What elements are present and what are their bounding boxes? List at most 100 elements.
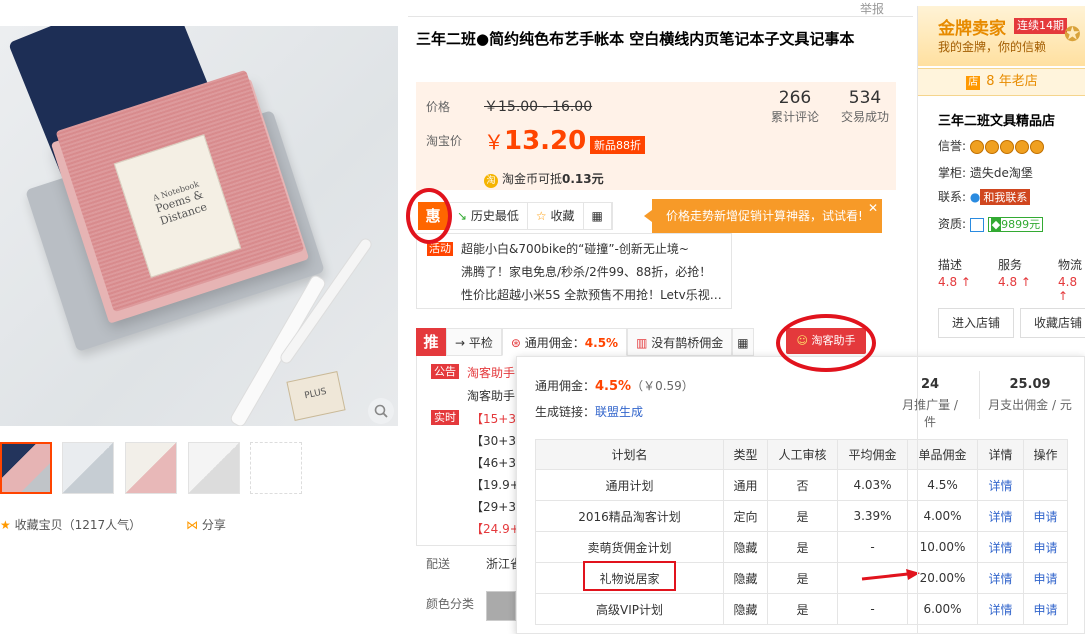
keeper-name[interactable]: 遗失de淘堡 bbox=[970, 166, 1033, 180]
realtime-line[interactable]: 【19.9+ bbox=[471, 476, 520, 493]
avg-commission: - bbox=[837, 531, 908, 563]
qrcode-small-icon: ▦ bbox=[737, 336, 749, 350]
close-icon[interactable]: ✕ bbox=[868, 191, 878, 225]
original-price: ￥15.00 - 16.00 bbox=[484, 99, 593, 115]
gold-seller-banner: 金牌卖家 连续14期 我的金牌，你的信赖 ✪ bbox=[918, 6, 1085, 66]
generate-link-label: 生成链接： bbox=[535, 405, 596, 419]
delivery-label: 配送 bbox=[426, 557, 451, 571]
keeper-row: 掌柜: 遗失de淘堡 bbox=[938, 164, 1033, 181]
favorite-shop-button[interactable]: 收藏店铺 bbox=[1020, 308, 1085, 338]
favorite-button[interactable]: ☆ 收藏 bbox=[528, 203, 584, 229]
color-label: 颜色分类 bbox=[426, 597, 475, 611]
notice-line[interactable]: 淘客助手 bbox=[467, 387, 515, 404]
activity-line[interactable]: 性价比超越小米5S 全款预售不用抢！Letv乐视… bbox=[461, 286, 722, 303]
tab-queqiao[interactable]: ▥ 没有鹊桥佣金 bbox=[627, 328, 733, 356]
promo-text: 价格走势新增促销计算神器，试试看! bbox=[666, 209, 863, 223]
store-icon: 店 bbox=[966, 76, 981, 90]
commission-label: 通用佣金： bbox=[535, 379, 596, 393]
manual-review: 是 bbox=[767, 531, 838, 563]
thumbnail-1[interactable] bbox=[0, 442, 52, 494]
plan-name: 通用计划 bbox=[535, 469, 724, 501]
bow-icon: ⋈ bbox=[186, 518, 198, 532]
star-icon: ★ bbox=[0, 518, 11, 532]
qualification-label: 资质: bbox=[938, 217, 967, 231]
manual-review: 是 bbox=[767, 593, 838, 625]
shop-name[interactable]: 三年二班文具精品店 bbox=[938, 110, 1055, 129]
thumbnail-2[interactable] bbox=[62, 442, 114, 494]
tui-badge: 推 bbox=[416, 328, 446, 356]
favorite-item-button[interactable]: ★ 收藏宝贝（1217人气） bbox=[0, 516, 141, 533]
color-option-thumbnail[interactable] bbox=[486, 591, 516, 621]
wangwang-icon: ● bbox=[969, 190, 981, 204]
zoom-button[interactable] bbox=[368, 398, 394, 424]
product-title: 三年二班●简约纯色布艺手帐本 空白横线内页笔记本子文具记事本 bbox=[416, 30, 855, 48]
thumbnail-4[interactable] bbox=[188, 442, 240, 494]
qualification-row: 资质: ◆9899元 bbox=[938, 215, 1044, 232]
promo-info-column: 公告 淘客助手 淘客助手 实时 【15+30 【30+30 【46+30 【19… bbox=[416, 356, 524, 546]
realtime-line[interactable]: 【24.9+ bbox=[471, 520, 520, 537]
manual-review: 是 bbox=[767, 562, 838, 594]
tab-ping[interactable]: → 平检 bbox=[446, 328, 502, 356]
contact-row: 联系: ● 和我联系 bbox=[938, 188, 1031, 205]
rating-description: 描述 4.8 ↑ bbox=[938, 256, 971, 289]
thumbnail-3[interactable] bbox=[125, 442, 177, 494]
enter-shop-button[interactable]: 进入店铺 bbox=[938, 308, 1014, 338]
price-box: 价格 ￥15.00 - 16.00 266 累计评论 534 交易成功 淘宝价 … bbox=[416, 82, 896, 190]
rating-service: 服务 4.8 ↑ bbox=[998, 256, 1031, 289]
manual-review: 否 bbox=[767, 469, 838, 501]
reviews-label: 累计评论 bbox=[771, 110, 820, 124]
notice-line[interactable]: 淘客助手 bbox=[467, 364, 515, 381]
license-icon[interactable] bbox=[969, 217, 984, 232]
plan-type: 隐藏 bbox=[723, 562, 768, 594]
gold-seller-subtitle: 我的金牌，你的信赖 bbox=[938, 40, 1047, 54]
discount-badge: 新品88折 bbox=[590, 136, 645, 154]
plan-name: 高级VIP计划 bbox=[535, 593, 724, 625]
plan-type: 隐藏 bbox=[723, 531, 768, 563]
current-price: ￥13.20 bbox=[484, 126, 586, 156]
annotation-arrow-icon bbox=[861, 569, 920, 581]
qrcode-button[interactable]: ▦ bbox=[584, 203, 612, 229]
coin-text: 淘金币可抵 bbox=[502, 172, 563, 186]
crown-icon bbox=[969, 139, 1045, 154]
rating-value: 4.8 ↑ bbox=[938, 275, 971, 289]
reviews-stat[interactable]: 266 累计评论 bbox=[771, 88, 819, 125]
keeper-label: 掌柜: bbox=[938, 166, 967, 180]
promo-tooltip[interactable]: 价格走势新增促销计算神器，试试看! ✕ bbox=[644, 199, 882, 233]
credit-row: 信誉: bbox=[938, 137, 1045, 154]
currency-symbol: ￥ bbox=[484, 130, 504, 154]
alliance-generate-link[interactable]: 联盟生成 bbox=[595, 405, 643, 419]
favorite-label: 收藏 bbox=[550, 209, 575, 223]
store-age: 店 8 年老店 bbox=[918, 68, 1085, 96]
tab-general-label: 通用佣金： bbox=[524, 336, 585, 350]
taobao-price-label: 淘宝价 bbox=[426, 134, 463, 148]
gold-seller-title: 金牌卖家 bbox=[938, 19, 1006, 39]
activity-line[interactable]: 沸腾了！家电免息/秒杀/2件99、88折，必抢！ bbox=[461, 263, 711, 280]
seller-sidebar: 金牌卖家 连续14期 我的金牌，你的信赖 ✪ 店8 年老店 三年二班文具精品店 … bbox=[917, 6, 1085, 634]
report-link[interactable]: 举报 bbox=[860, 0, 884, 17]
annotation-circle-hui bbox=[406, 188, 452, 244]
chart-icon: ▥ bbox=[636, 336, 648, 350]
shield-icon: ◆ bbox=[990, 218, 1002, 231]
column-header: 人工审核 bbox=[767, 439, 838, 470]
contact-button[interactable]: 和我联系 bbox=[980, 189, 1031, 205]
deals-stat[interactable]: 534 交易成功 bbox=[841, 88, 889, 125]
activity-line[interactable]: 超能小白&700bike的“碰撞”-创新无止境~ bbox=[461, 240, 689, 257]
credit-label: 信誉: bbox=[938, 139, 967, 153]
main-product-image[interactable]: A Notebook Poems & Distance PLUS bbox=[0, 26, 398, 426]
commission-tabs: → 平检 ⊛ 通用佣金：4.5% ▥ 没有鹊桥佣金 ▦ bbox=[446, 328, 754, 356]
plan-name: 2016精品淘客计划 bbox=[535, 500, 724, 532]
coin-icon: 淘 bbox=[484, 174, 498, 188]
avg-commission: 3.39% bbox=[837, 500, 908, 532]
deals-label: 交易成功 bbox=[841, 110, 890, 124]
history-low-button[interactable]: ↘ 历史最低 bbox=[449, 203, 528, 229]
share-button[interactable]: ⋈ 分享 bbox=[186, 516, 226, 533]
plan-type: 隐藏 bbox=[723, 593, 768, 625]
thumbnail-5[interactable] bbox=[250, 442, 302, 494]
rating-label: 描述 bbox=[938, 258, 963, 272]
tab-general-commission[interactable]: ⊛ 通用佣金：4.5% bbox=[501, 328, 628, 356]
column-header: 计划名 bbox=[535, 439, 724, 470]
deposit-badge[interactable]: ◆9899元 bbox=[987, 217, 1044, 232]
plan-name: 卖萌货佣金计划 bbox=[535, 531, 724, 563]
tab-qrcode[interactable]: ▦ bbox=[732, 328, 754, 356]
generate-link-line: 生成链接：联盟生成 bbox=[535, 403, 643, 420]
